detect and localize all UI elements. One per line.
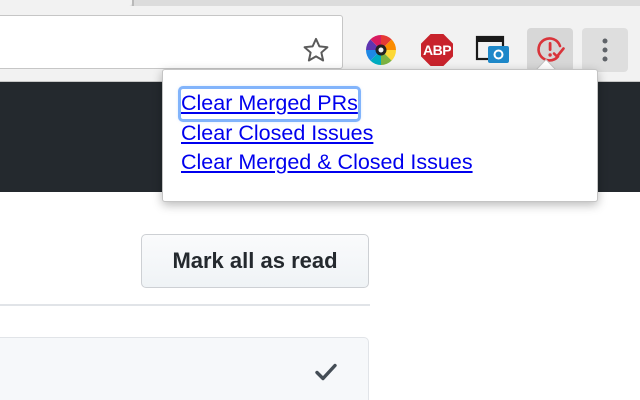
adblock-plus-extension-button[interactable]: ABP bbox=[415, 28, 459, 72]
mark-all-read-button[interactable]: Mark all as read bbox=[141, 234, 369, 288]
popup-link-list: Clear Merged PRs Clear Closed Issues Cle… bbox=[178, 86, 473, 178]
checkmark-icon[interactable] bbox=[312, 360, 340, 384]
star-outline-icon[interactable] bbox=[302, 36, 330, 64]
clear-merged-closed-issues-link[interactable]: Clear Merged & Closed Issues bbox=[181, 148, 473, 178]
divider bbox=[0, 304, 370, 306]
vertical-dots-icon bbox=[602, 38, 608, 62]
address-bar[interactable] bbox=[0, 15, 343, 69]
screenshot-icon bbox=[475, 35, 509, 63]
color-wheel-extension-button[interactable] bbox=[359, 28, 403, 72]
extension-popup: Clear Merged PRs Clear Closed Issues Cle… bbox=[162, 69, 598, 202]
color-wheel-icon bbox=[366, 35, 396, 65]
screenshot-extension-button[interactable] bbox=[471, 28, 515, 72]
clear-merged-prs-link[interactable]: Clear Merged PRs bbox=[178, 86, 361, 122]
browser-menu-button[interactable] bbox=[582, 28, 628, 72]
clear-closed-issues-link[interactable]: Clear Closed Issues bbox=[181, 119, 373, 149]
abp-icon: ABP bbox=[421, 34, 453, 66]
screenshot-stage: ABP Mark all as read Clear Merged PRs Cl… bbox=[0, 0, 640, 400]
